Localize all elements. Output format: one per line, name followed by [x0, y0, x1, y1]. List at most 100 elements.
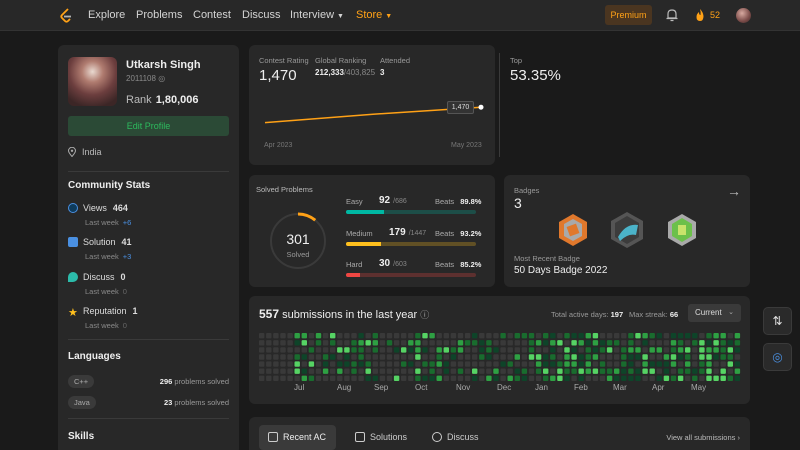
heatmap-cell[interactable] — [287, 368, 293, 374]
heatmap-cell[interactable] — [386, 375, 393, 381]
heatmap-cell[interactable] — [372, 368, 378, 374]
heatmap-cell[interactable] — [259, 333, 265, 339]
heatmap-cell[interactable] — [429, 361, 435, 367]
heatmap-cell[interactable] — [642, 368, 648, 374]
heatmap-cell[interactable] — [557, 333, 563, 339]
heatmap-cell[interactable] — [479, 340, 485, 346]
heatmap-cell[interactable] — [628, 368, 634, 374]
heatmap-cell[interactable] — [642, 347, 648, 353]
heatmap-cell[interactable] — [621, 361, 627, 367]
heatmap-cell[interactable] — [521, 368, 528, 374]
heatmap-cell[interactable] — [507, 347, 513, 353]
heatmap-cell[interactable] — [372, 333, 378, 339]
heatmap-cell[interactable] — [606, 340, 613, 346]
heatmap-cell[interactable] — [273, 333, 279, 339]
heatmap-cell[interactable] — [614, 340, 620, 346]
heatmap-cell[interactable] — [266, 361, 272, 367]
heatmap-cell[interactable] — [493, 347, 499, 353]
heatmap-cell[interactable] — [259, 340, 265, 346]
heatmap-cell[interactable] — [372, 375, 378, 381]
heatmap-cell[interactable] — [266, 347, 272, 353]
heatmap-cell[interactable] — [493, 354, 499, 360]
heatmap-cell[interactable] — [379, 375, 386, 381]
heatmap-cell[interactable] — [507, 368, 513, 374]
heatmap-cell[interactable] — [685, 347, 691, 353]
heatmap-cell[interactable] — [358, 361, 364, 367]
heatmap-cell[interactable] — [642, 361, 648, 367]
heatmap-cell[interactable] — [635, 347, 641, 353]
heatmap-cell[interactable] — [479, 333, 485, 339]
heatmap-cell[interactable] — [287, 333, 293, 339]
heatmap-cell[interactable] — [713, 361, 719, 367]
heatmap-cell[interactable] — [635, 333, 641, 339]
heatmap-cell[interactable] — [315, 361, 322, 367]
heatmap-cell[interactable] — [280, 333, 286, 339]
heatmap-cell[interactable] — [273, 361, 279, 367]
heatmap-cell[interactable] — [408, 375, 414, 381]
heatmap-cell[interactable] — [535, 333, 542, 339]
tab-discuss[interactable]: Discuss — [423, 425, 479, 450]
heatmap-cell[interactable] — [528, 340, 535, 346]
heatmap-cell[interactable] — [401, 361, 407, 367]
heatmap-cell[interactable] — [670, 354, 677, 360]
heatmap-cell[interactable] — [351, 368, 357, 374]
heatmap-cell[interactable] — [514, 375, 520, 381]
heatmap-cell[interactable] — [585, 375, 591, 381]
heatmap-cell[interactable] — [429, 333, 435, 339]
heatmap-cell[interactable] — [472, 333, 478, 339]
heatmap-cell[interactable] — [649, 375, 655, 381]
badge-apr-daily-icon[interactable] — [665, 213, 699, 247]
heatmap-cell[interactable] — [379, 340, 386, 346]
heatmap-cell[interactable] — [464, 361, 471, 367]
heatmap-cell[interactable] — [592, 354, 599, 360]
heatmap-cell[interactable] — [734, 333, 741, 339]
heatmap-cell[interactable] — [429, 368, 435, 374]
heatmap-cell[interactable] — [315, 340, 322, 346]
heatmap-cell[interactable] — [493, 368, 499, 374]
heatmap-cell[interactable] — [344, 354, 350, 360]
heatmap-cell[interactable] — [656, 340, 662, 346]
heatmap-cell[interactable] — [464, 340, 471, 346]
heatmap-cell[interactable] — [713, 347, 719, 353]
heatmap-cell[interactable] — [599, 368, 606, 374]
heatmap-cell[interactable] — [287, 375, 293, 381]
heatmap-cell[interactable] — [457, 347, 464, 353]
heatmap-cell[interactable] — [415, 361, 421, 367]
heatmap-cell[interactable] — [514, 368, 520, 374]
heatmap-cell[interactable] — [464, 368, 471, 374]
heatmap-cell[interactable] — [528, 354, 535, 360]
heatmap-cell[interactable] — [578, 354, 584, 360]
heatmap-cell[interactable] — [656, 375, 662, 381]
heatmap-cell[interactable] — [344, 375, 350, 381]
heatmap-cell[interactable] — [493, 340, 499, 346]
heatmap-cell[interactable] — [543, 368, 549, 374]
heatmap-cell[interactable] — [322, 340, 329, 346]
heatmap-cell[interactable] — [464, 347, 471, 353]
heatmap-cell[interactable] — [614, 368, 620, 374]
heatmap-cell[interactable] — [592, 361, 599, 367]
heatmap-cell[interactable] — [351, 375, 357, 381]
heatmap-cell[interactable] — [713, 333, 719, 339]
heatmap-cell[interactable] — [507, 333, 513, 339]
heatmap-cell[interactable] — [599, 375, 606, 381]
user-avatar-icon[interactable] — [736, 8, 751, 23]
heatmap-cell[interactable] — [486, 375, 492, 381]
heatmap-cell[interactable] — [592, 347, 599, 353]
heatmap-cell[interactable] — [393, 368, 400, 374]
heatmap-cell[interactable] — [294, 333, 300, 339]
heatmap-cell[interactable] — [308, 340, 315, 346]
heatmap-cell[interactable] — [401, 340, 407, 346]
heatmap-cell[interactable] — [585, 340, 591, 346]
heatmap-cell[interactable] — [308, 368, 315, 374]
heatmap-cell[interactable] — [457, 354, 464, 360]
heatmap-cell[interactable] — [606, 354, 613, 360]
heatmap-cell[interactable] — [720, 354, 726, 360]
heatmap-cell[interactable] — [621, 375, 627, 381]
heatmap-cell[interactable] — [535, 375, 542, 381]
heatmap-cell[interactable] — [628, 340, 634, 346]
heatmap-cell[interactable] — [401, 354, 407, 360]
heatmap-cell[interactable] — [635, 361, 641, 367]
heatmap-cell[interactable] — [692, 368, 698, 374]
heatmap-cell[interactable] — [479, 361, 485, 367]
heatmap-cell[interactable] — [507, 354, 513, 360]
